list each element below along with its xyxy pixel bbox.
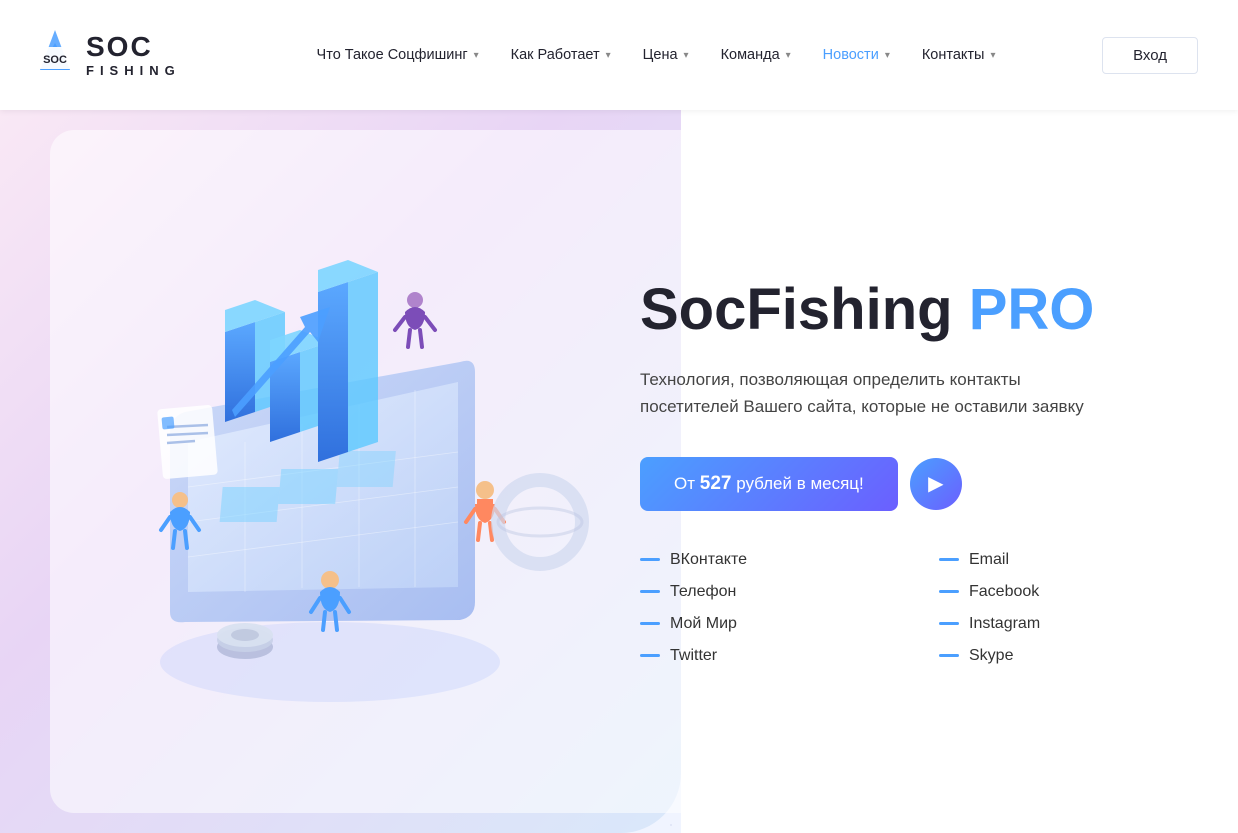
logo-text: SOC FISHING <box>86 31 181 78</box>
chevron-down-icon: ▾ <box>684 50 689 61</box>
nav-item-team[interactable]: Команда ▾ <box>707 39 805 71</box>
contact-phone: Телефон <box>640 583 879 601</box>
chevron-down-icon: ▾ <box>606 50 611 61</box>
chevron-down-icon: ▾ <box>990 50 995 61</box>
hero-right: SocFishing PRO Технология, позволяющая о… <box>600 278 1178 664</box>
nav-links: Что Такое Соцфишинг ▾ Как Работает ▾ Цен… <box>210 39 1102 71</box>
contact-instagram: Instagram <box>939 615 1178 633</box>
contact-skype-label: Skype <box>969 647 1013 665</box>
hero-content: SocFishing PRO Технология, позволяющая о… <box>0 110 1238 833</box>
chevron-down-icon: ▾ <box>786 50 791 61</box>
contacts-grid: ВКонтакте Email Телефон Facebook Мой Мир <box>640 551 1178 665</box>
contact-email-label: Email <box>969 551 1009 569</box>
dash-icon <box>640 558 660 561</box>
hero-description: Технология, позволяющая определить конта… <box>640 366 1120 420</box>
cta-price-button[interactable]: От 527 рублей в месяц! <box>640 457 898 511</box>
nav-item-price[interactable]: Цена ▾ <box>629 39 703 71</box>
contact-facebook: Facebook <box>939 583 1178 601</box>
hero-title-pro: PRO <box>969 277 1095 342</box>
contact-phone-label: Телефон <box>670 583 736 601</box>
contact-instagram-label: Instagram <box>969 615 1040 633</box>
navbar: SOC SOC FISHING Что Такое Соцфишинг ▾ Ка… <box>0 0 1238 110</box>
cta-price-value: 527 <box>700 473 732 494</box>
dash-icon <box>939 654 959 657</box>
login-button[interactable]: Вход <box>1102 37 1198 74</box>
contact-myworld: Мой Мир <box>640 615 879 633</box>
dash-icon <box>640 622 660 625</box>
play-icon: ▶ <box>928 471 943 496</box>
dash-icon <box>640 590 660 593</box>
chevron-down-icon: ▾ <box>885 50 890 61</box>
cta-suffix: рублей в месяц! <box>736 474 864 493</box>
logo-icon: SOC <box>30 25 80 85</box>
chevron-down-icon: ▾ <box>474 50 479 61</box>
contact-email: Email <box>939 551 1178 569</box>
hero-cta: От 527 рублей в месяц! ▶ <box>640 457 1178 511</box>
dash-icon <box>939 622 959 625</box>
nav-item-news[interactable]: Новости ▾ <box>809 39 904 71</box>
contact-facebook-label: Facebook <box>969 583 1039 601</box>
hero-illustration <box>60 232 600 712</box>
logo-soc: SOC <box>86 31 181 63</box>
contact-myworld-label: Мой Мир <box>670 615 737 633</box>
nav-item-how[interactable]: Как Работает ▾ <box>497 39 625 71</box>
dash-icon <box>640 654 660 657</box>
hero-title: SocFishing PRO <box>640 278 1178 342</box>
play-button[interactable]: ▶ <box>910 458 962 510</box>
hero-section: SocFishing PRO Технология, позволяющая о… <box>0 110 1238 833</box>
logo-fishing: FISHING <box>86 64 181 79</box>
cta-prefix: От <box>674 474 695 493</box>
contact-vk-label: ВКонтакте <box>670 551 747 569</box>
logo[interactable]: SOC SOC FISHING <box>30 25 210 85</box>
dash-icon <box>939 558 959 561</box>
dash-icon <box>939 590 959 593</box>
hero-title-main: SocFishing <box>640 277 953 342</box>
contact-vk: ВКонтакте <box>640 551 879 569</box>
contact-twitter: Twitter <box>640 647 879 665</box>
nav-item-what[interactable]: Что Такое Соцфишинг ▾ <box>303 39 493 71</box>
svg-text:SOC: SOC <box>43 54 67 66</box>
contact-twitter-label: Twitter <box>670 647 717 665</box>
contact-skype: Skype <box>939 647 1178 665</box>
nav-item-contacts[interactable]: Контакты ▾ <box>908 39 1010 71</box>
